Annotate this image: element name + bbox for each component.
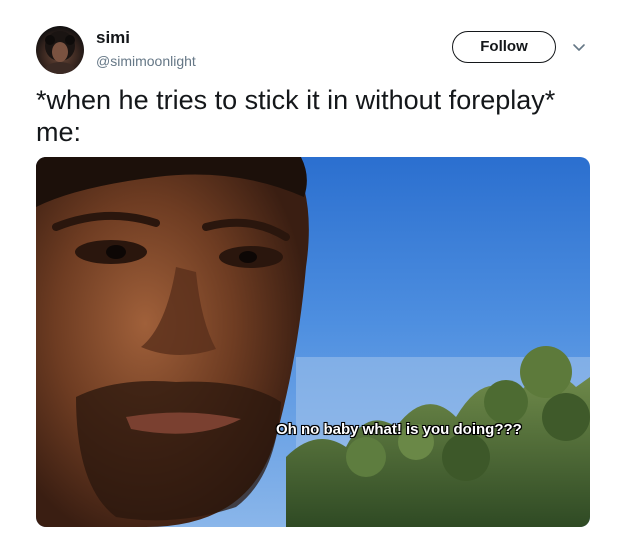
tweet-text: *when he tries to stick it in without fo… [36,85,556,147]
display-name[interactable]: simi [96,28,130,48]
avatar[interactable] [36,26,84,74]
tweet-media[interactable]: Oh no baby what! is you doing??? [36,157,590,527]
meme-caption: Oh no baby what! is you doing??? [276,421,522,438]
chevron-down-icon[interactable] [570,38,588,56]
user-handle[interactable]: @simimoonlight [96,53,196,69]
tweet: simi @simimoonlight Follow *when he trie… [0,0,625,540]
follow-button[interactable]: Follow [452,31,556,63]
media-image [36,157,590,527]
avatar-image [44,31,76,74]
